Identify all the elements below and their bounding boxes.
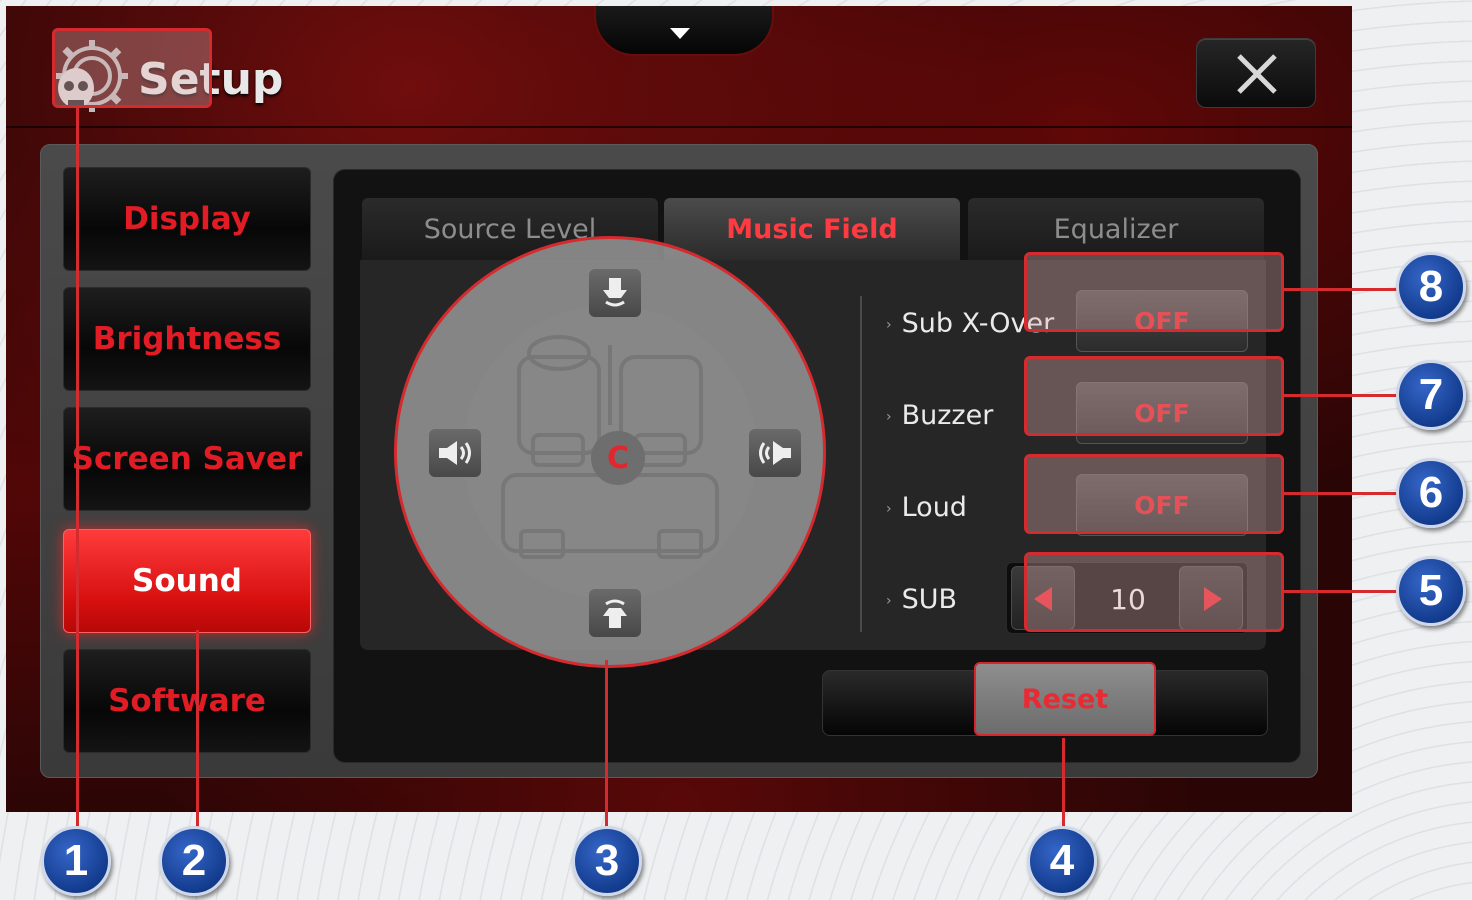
marker-5: 5: [1396, 556, 1466, 626]
sidebar-item-software[interactable]: Software: [63, 649, 311, 753]
reset-button[interactable]: Reset: [974, 662, 1156, 736]
sidebar-item-sound[interactable]: Sound: [63, 529, 311, 633]
callout-box-6: [1024, 454, 1284, 534]
marker-2: 2: [159, 826, 229, 896]
marker-8: 8: [1396, 252, 1466, 322]
callout-box-5: [1024, 552, 1284, 632]
callout-line-5: [1284, 590, 1400, 593]
buzzer-label-text: Buzzer: [901, 400, 994, 431]
tab-equalizer[interactable]: Equalizer: [968, 198, 1264, 260]
marker-1: 1: [41, 826, 111, 896]
callout-line-7: [1284, 394, 1400, 397]
sidebar-item-display[interactable]: Display: [63, 167, 311, 271]
marker-6: 6: [1396, 458, 1466, 528]
callout-line-1: [76, 108, 79, 830]
loud-label-text: Loud: [901, 492, 967, 523]
chevron-right-icon: ›: [886, 408, 892, 425]
sidebar-item-screen-saver[interactable]: Screen Saver: [63, 407, 311, 511]
chevron-down-icon[interactable]: [670, 28, 690, 39]
speaker-right-icon: [759, 441, 791, 465]
close-button[interactable]: [1196, 38, 1316, 108]
loud-label: › Loud: [886, 492, 967, 523]
divider: [860, 296, 862, 632]
sound-left-button[interactable]: [429, 429, 481, 477]
callout-line-2: [196, 630, 199, 830]
sub-label: › SUB: [886, 584, 957, 615]
marker-3: 3: [572, 826, 642, 896]
close-icon: [1237, 54, 1277, 94]
callout-line-6: [1284, 492, 1400, 495]
sound-field-circle[interactable]: C: [394, 236, 826, 668]
sound-right-button[interactable]: [749, 429, 801, 477]
marker-4: 4: [1027, 826, 1097, 896]
callout-box-8: [1024, 252, 1284, 332]
callout-line-3: [605, 660, 608, 830]
chevron-right-icon: ›: [886, 592, 892, 609]
callout-box-1: [52, 28, 212, 108]
sound-backward-button[interactable]: [589, 589, 641, 637]
callout-line-8: [1284, 288, 1400, 291]
chevron-right-icon: ›: [886, 316, 892, 333]
tab-music-field[interactable]: Music Field: [664, 198, 960, 260]
sound-center-button[interactable]: C: [591, 431, 645, 485]
sidebar-item-brightness[interactable]: Brightness: [63, 287, 311, 391]
buzzer-label: › Buzzer: [886, 400, 993, 431]
speaker-backward-icon: [603, 599, 627, 628]
chevron-right-icon: ›: [886, 500, 892, 517]
sub-label-text: SUB: [901, 584, 958, 615]
speaker-left-icon: [439, 441, 471, 465]
speaker-forward-icon: [603, 278, 627, 307]
callout-line-4: [1062, 738, 1065, 830]
sound-forward-button[interactable]: [589, 269, 641, 317]
marker-7: 7: [1396, 360, 1466, 430]
callout-box-7: [1024, 356, 1284, 436]
